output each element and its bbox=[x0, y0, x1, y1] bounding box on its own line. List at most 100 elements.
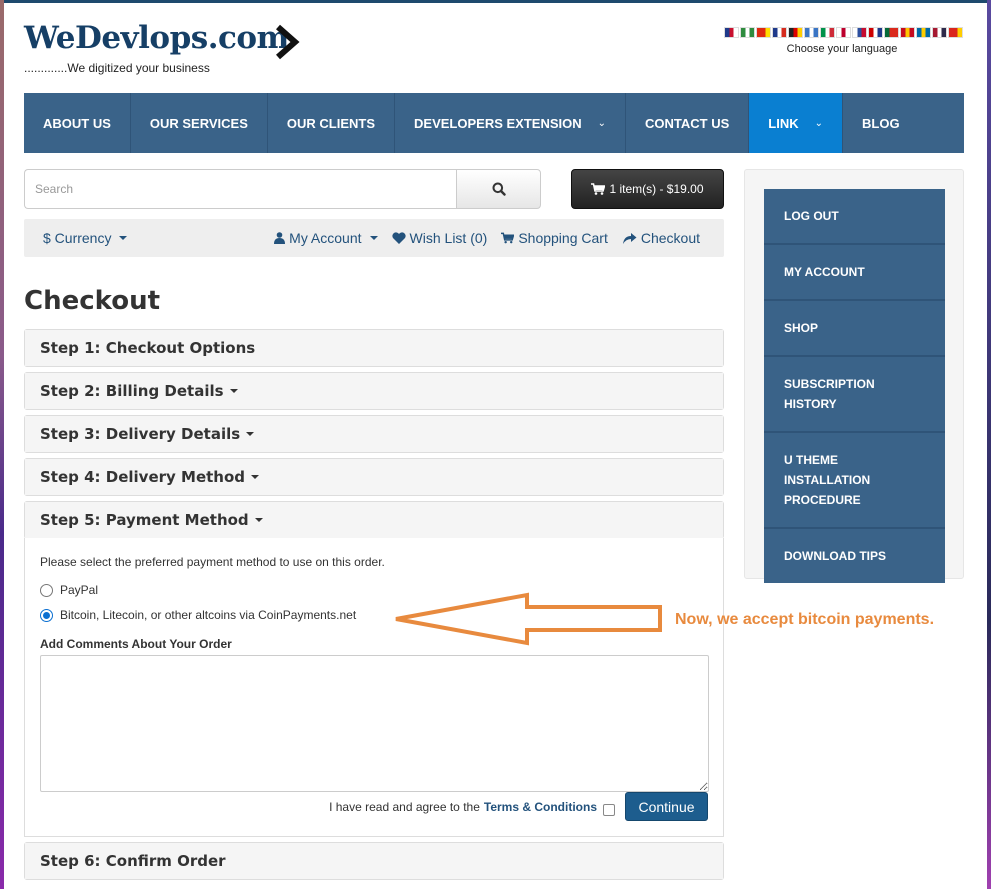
sidebar-item-my-account[interactable]: MY ACCOUNT bbox=[764, 245, 945, 301]
main-nav: ABOUT US OUR SERVICES OUR CLIENTS DEVELOPER… bbox=[24, 93, 964, 153]
user-icon bbox=[274, 232, 286, 244]
coinpayments-radio[interactable] bbox=[40, 608, 53, 622]
checkout-link[interactable]: Checkout bbox=[622, 230, 700, 246]
logo-arrow-icon bbox=[276, 24, 300, 60]
payment-option-coinpayments[interactable]: Bitcoin, Litecoin, or other altcoins via… bbox=[40, 608, 356, 622]
caret-down-icon bbox=[246, 432, 255, 436]
nav-item-label: ABOUT US bbox=[43, 115, 111, 131]
paypal-radio[interactable] bbox=[40, 583, 53, 597]
search-bar bbox=[24, 169, 541, 209]
step-header[interactable]: Step 5: Payment Method bbox=[25, 502, 723, 538]
cart-icon bbox=[591, 183, 606, 195]
sidebar-item-shop[interactable]: SHOP bbox=[764, 301, 945, 357]
language-selector: Choose your language bbox=[724, 27, 964, 55]
site-logo[interactable]: WeDevlops.com bbox=[24, 20, 289, 56]
caret-down-icon bbox=[251, 475, 260, 479]
screen-frame-right bbox=[987, 0, 991, 889]
cart-button[interactable]: 1 item(s) - $19.00 bbox=[571, 169, 724, 209]
step-header[interactable]: Step 4: Delivery Method bbox=[25, 459, 723, 495]
site-tagline: .............We digitized your business bbox=[24, 61, 210, 75]
flag-italian-icon[interactable] bbox=[820, 27, 835, 38]
shopping-cart-link[interactable]: Shopping Cart bbox=[501, 230, 608, 246]
flag-german-icon[interactable] bbox=[788, 27, 803, 38]
flag-malay-icon[interactable] bbox=[868, 27, 883, 38]
nav-item-label: BLOG bbox=[862, 115, 900, 131]
page-title: Checkout bbox=[24, 286, 161, 316]
flag-chinese-icon[interactable] bbox=[756, 27, 771, 38]
agree-text: I have read and agree to the bbox=[329, 800, 480, 814]
flag-vietnamese-icon[interactable] bbox=[948, 27, 963, 38]
nav-item-label: OUR SERVICES bbox=[149, 115, 248, 131]
step-header[interactable]: Step 6: Confirm Order bbox=[25, 843, 723, 879]
step-header[interactable]: Step 3: Delivery Details bbox=[25, 416, 723, 452]
checkout-step-1: Step 1: Checkout Options bbox=[24, 329, 724, 367]
sidebar-item-u-theme-installation-procedure[interactable]: U THEME INSTALLATION PROCEDURE bbox=[764, 433, 945, 529]
share-arrow-icon bbox=[622, 233, 637, 244]
caret-down-icon bbox=[119, 236, 128, 240]
search-button[interactable] bbox=[456, 169, 541, 209]
nav-item-our-services[interactable]: OUR SERVICES bbox=[131, 93, 268, 153]
coinpayments-label: Bitcoin, Litecoin, or other altcoins via… bbox=[60, 608, 357, 622]
payment-method-panel: Please select the preferred payment meth… bbox=[24, 538, 724, 837]
step-title: Step 3: Delivery Details bbox=[40, 425, 241, 443]
checkout-step-3: Step 3: Delivery Details bbox=[24, 415, 724, 453]
payment-option-paypal[interactable]: PayPal bbox=[40, 583, 98, 597]
step-title: Step 5: Payment Method bbox=[40, 511, 249, 529]
my-account-dropdown[interactable]: My Account bbox=[274, 230, 378, 246]
currency-label: $ Currency bbox=[43, 230, 112, 246]
flag-portuguese-icon[interactable] bbox=[884, 27, 899, 38]
flag-japanese-icon[interactable] bbox=[836, 27, 851, 38]
terms-agreement: I have read and agree to the Terms & Con… bbox=[329, 798, 615, 816]
wish-list-link[interactable]: Wish List (0) bbox=[391, 230, 488, 246]
chevron-down-icon: ⌄ bbox=[597, 117, 607, 129]
cart-icon bbox=[501, 232, 515, 244]
screen-frame-top bbox=[0, 0, 991, 3]
step-title: Step 6: Confirm Order bbox=[40, 852, 226, 870]
step-title: Step 2: Billing Details bbox=[40, 382, 224, 400]
search-input[interactable] bbox=[24, 169, 457, 209]
nav-item-contact-us[interactable]: CONTACT US bbox=[626, 93, 750, 153]
flag-arabic-icon[interactable] bbox=[740, 27, 755, 38]
annotation-arrow-icon bbox=[395, 592, 662, 646]
annotation-text: Now, we accept bitcoin payments. bbox=[675, 611, 935, 628]
flag-greek-icon[interactable] bbox=[804, 27, 819, 38]
sidebar-item-download-tips[interactable]: DOWNLOAD TIPS bbox=[764, 529, 945, 583]
flag-french-icon[interactable] bbox=[772, 27, 787, 38]
agree-checkbox[interactable] bbox=[603, 804, 615, 816]
checkout-step-2: Step 2: Billing Details bbox=[24, 372, 724, 410]
flag-korean-icon[interactable] bbox=[852, 27, 867, 38]
cart-summary: 1 item(s) - $19.00 bbox=[609, 182, 704, 196]
nav-item-blog[interactable]: BLOG bbox=[843, 93, 919, 153]
nav-item-our-clients[interactable]: OUR CLIENTS bbox=[268, 93, 396, 153]
checkout-step-4: Step 4: Delivery Method bbox=[24, 458, 724, 496]
screen-frame-left bbox=[0, 0, 4, 889]
payment-intro: Please select the preferred payment meth… bbox=[40, 555, 385, 569]
caret-down-icon bbox=[229, 389, 238, 393]
heart-icon bbox=[391, 232, 406, 244]
nav-item-link[interactable]: LINK ⌄ bbox=[749, 93, 844, 153]
caret-down-icon bbox=[254, 518, 263, 522]
flag-english-icon[interactable] bbox=[724, 27, 739, 38]
terms-link[interactable]: Terms & Conditions bbox=[484, 800, 597, 814]
nav-item-label: CONTACT US bbox=[645, 115, 730, 131]
step-header[interactable]: Step 2: Billing Details bbox=[25, 373, 723, 409]
step-header[interactable]: Step 1: Checkout Options bbox=[25, 330, 723, 366]
nav-item-developers-extension[interactable]: DEVELOPERS EXTENSION ⌄ bbox=[395, 93, 627, 153]
flag-spanish-icon[interactable] bbox=[900, 27, 915, 38]
comments-textarea[interactable] bbox=[40, 655, 709, 792]
sidebar: LOG OUT MY ACCOUNT SHOP SUBSCRIPTION HISTORY… bbox=[744, 169, 964, 583]
sidebar-menu: LOG OUT MY ACCOUNT SHOP SUBSCRIPTION HISTORY… bbox=[764, 189, 945, 583]
nav-item-about-us[interactable]: ABOUT US bbox=[24, 93, 131, 153]
sidebar-item-log-out[interactable]: LOG OUT bbox=[764, 189, 945, 245]
top-links-bar: $ Currency My Account Wish List (0) Shop… bbox=[24, 219, 724, 257]
caret-down-icon bbox=[369, 236, 378, 240]
paypal-label: PayPal bbox=[60, 583, 99, 597]
flag-swedish-icon[interactable] bbox=[916, 27, 931, 38]
checkout-label: Checkout bbox=[640, 230, 700, 246]
continue-button[interactable]: Continue bbox=[625, 792, 708, 821]
wish-list-label: Wish List (0) bbox=[409, 230, 488, 246]
checkout-step-6: Step 6: Confirm Order bbox=[24, 842, 724, 880]
flag-thai-icon[interactable] bbox=[932, 27, 947, 38]
sidebar-item-subscription-history[interactable]: SUBSCRIPTION HISTORY bbox=[764, 357, 945, 433]
currency-dropdown[interactable]: $ Currency bbox=[43, 230, 128, 246]
